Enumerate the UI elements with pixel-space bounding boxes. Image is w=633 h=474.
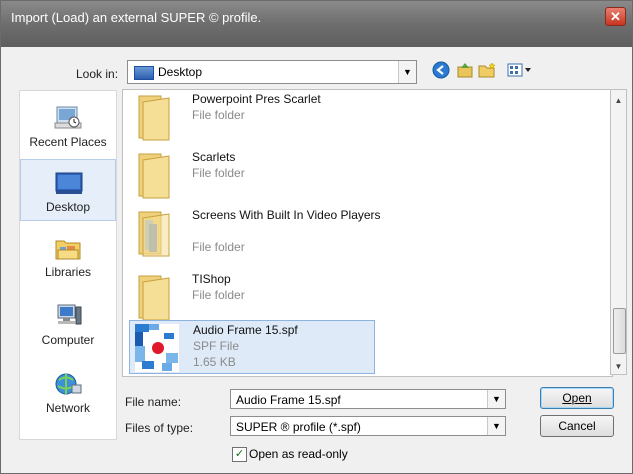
look-in-label: Look in: (76, 67, 119, 81)
place-desktop[interactable]: Desktop (20, 159, 116, 221)
file-name-value: Audio Frame 15.spf (236, 393, 341, 407)
file-type: File folder (192, 108, 245, 122)
open-button[interactable]: Open (540, 387, 614, 409)
place-label: Libraries (44, 265, 92, 279)
file-name-label: File name: (125, 395, 182, 409)
back-icon[interactable] (431, 61, 451, 81)
folder-icon (138, 95, 170, 141)
file-list: Powerpoint Pres Scarlet File folder Scar… (122, 89, 613, 377)
folder-with-files-icon (138, 211, 170, 257)
readonly-label: Open as read-only (249, 447, 348, 461)
place-label: Network (45, 401, 90, 415)
computer-icon (57, 304, 82, 325)
place-label: Recent Places (29, 135, 107, 149)
chevron-down-icon[interactable]: ▼ (487, 390, 505, 408)
place-label: Computer (41, 333, 95, 347)
place-label: Desktop (45, 200, 91, 214)
recent-places-icon (54, 106, 82, 129)
window-title: Import (Load) an external SUPER © profil… (11, 10, 262, 25)
desktop-icon (55, 172, 83, 194)
cancel-button[interactable]: Cancel (540, 415, 614, 437)
list-item-selected[interactable]: Audio Frame 15.spf SPF File 1.65 KB (129, 320, 375, 374)
scrollbar-thumb[interactable] (613, 308, 626, 354)
file-name: TIShop (192, 272, 231, 286)
folder-icon (138, 275, 170, 321)
file-type: SPF File (193, 339, 240, 353)
file-name: Audio Frame 15.spf (193, 323, 298, 337)
readonly-checkbox[interactable]: ✓ (232, 447, 247, 462)
file-name-input[interactable]: Audio Frame 15.spf ▼ (230, 389, 506, 409)
import-dialog: Import (Load) an external SUPER © profil… (0, 0, 633, 474)
place-computer[interactable]: Computer (20, 293, 116, 355)
file-name: Scarlets (192, 150, 236, 164)
list-item[interactable]: Screens With Built In Video Players File… (129, 208, 381, 266)
list-item[interactable]: Scarlets File folder (129, 150, 369, 202)
place-recent-places[interactable]: Recent Places (20, 95, 116, 157)
file-type-select[interactable]: SUPER ® profile (*.spf) ▼ (230, 416, 506, 436)
look-in-value: Desktop (158, 65, 203, 79)
place-network[interactable]: Network (20, 361, 116, 423)
folder-icon (138, 153, 170, 199)
close-button[interactable]: ✕ (605, 7, 626, 26)
file-name: Powerpoint Pres Scarlet (192, 92, 321, 106)
up-folder-icon[interactable] (455, 61, 475, 81)
file-type: File folder (192, 166, 245, 180)
file-name: Screens With Built In Video Players (192, 208, 381, 222)
network-icon (55, 373, 82, 395)
desktop-folder-icon (134, 66, 154, 80)
vertical-scrollbar[interactable]: ▲ ▼ (610, 89, 627, 375)
scroll-up-icon[interactable]: ▲ (611, 96, 626, 105)
open-button-label: Open (562, 391, 592, 405)
list-item[interactable]: Powerpoint Pres Scarlet File folder (129, 92, 369, 144)
place-libraries[interactable]: Libraries (20, 225, 116, 287)
spf-file-icon (135, 324, 179, 372)
look-in-combobox[interactable]: Desktop ▼ (127, 60, 417, 84)
places-bar: Recent Places Desktop Libraries Computer… (19, 90, 117, 440)
file-type: File folder (192, 240, 245, 254)
file-type-label: Files of type: (125, 421, 194, 435)
file-type: File folder (192, 288, 245, 302)
new-folder-icon[interactable] (477, 61, 497, 81)
title-bar: Import (Load) an external SUPER © profil… (1, 1, 632, 47)
view-menu-icon[interactable] (505, 61, 533, 81)
list-item[interactable]: TIShop File folder (129, 272, 369, 324)
file-size: 1.65 KB (193, 355, 236, 369)
libraries-icon (55, 240, 81, 260)
scroll-down-icon[interactable]: ▼ (611, 362, 626, 371)
chevron-down-icon[interactable]: ▼ (398, 61, 416, 83)
chevron-down-icon[interactable]: ▼ (487, 417, 505, 435)
file-type-value: SUPER ® profile (*.spf) (236, 420, 361, 434)
